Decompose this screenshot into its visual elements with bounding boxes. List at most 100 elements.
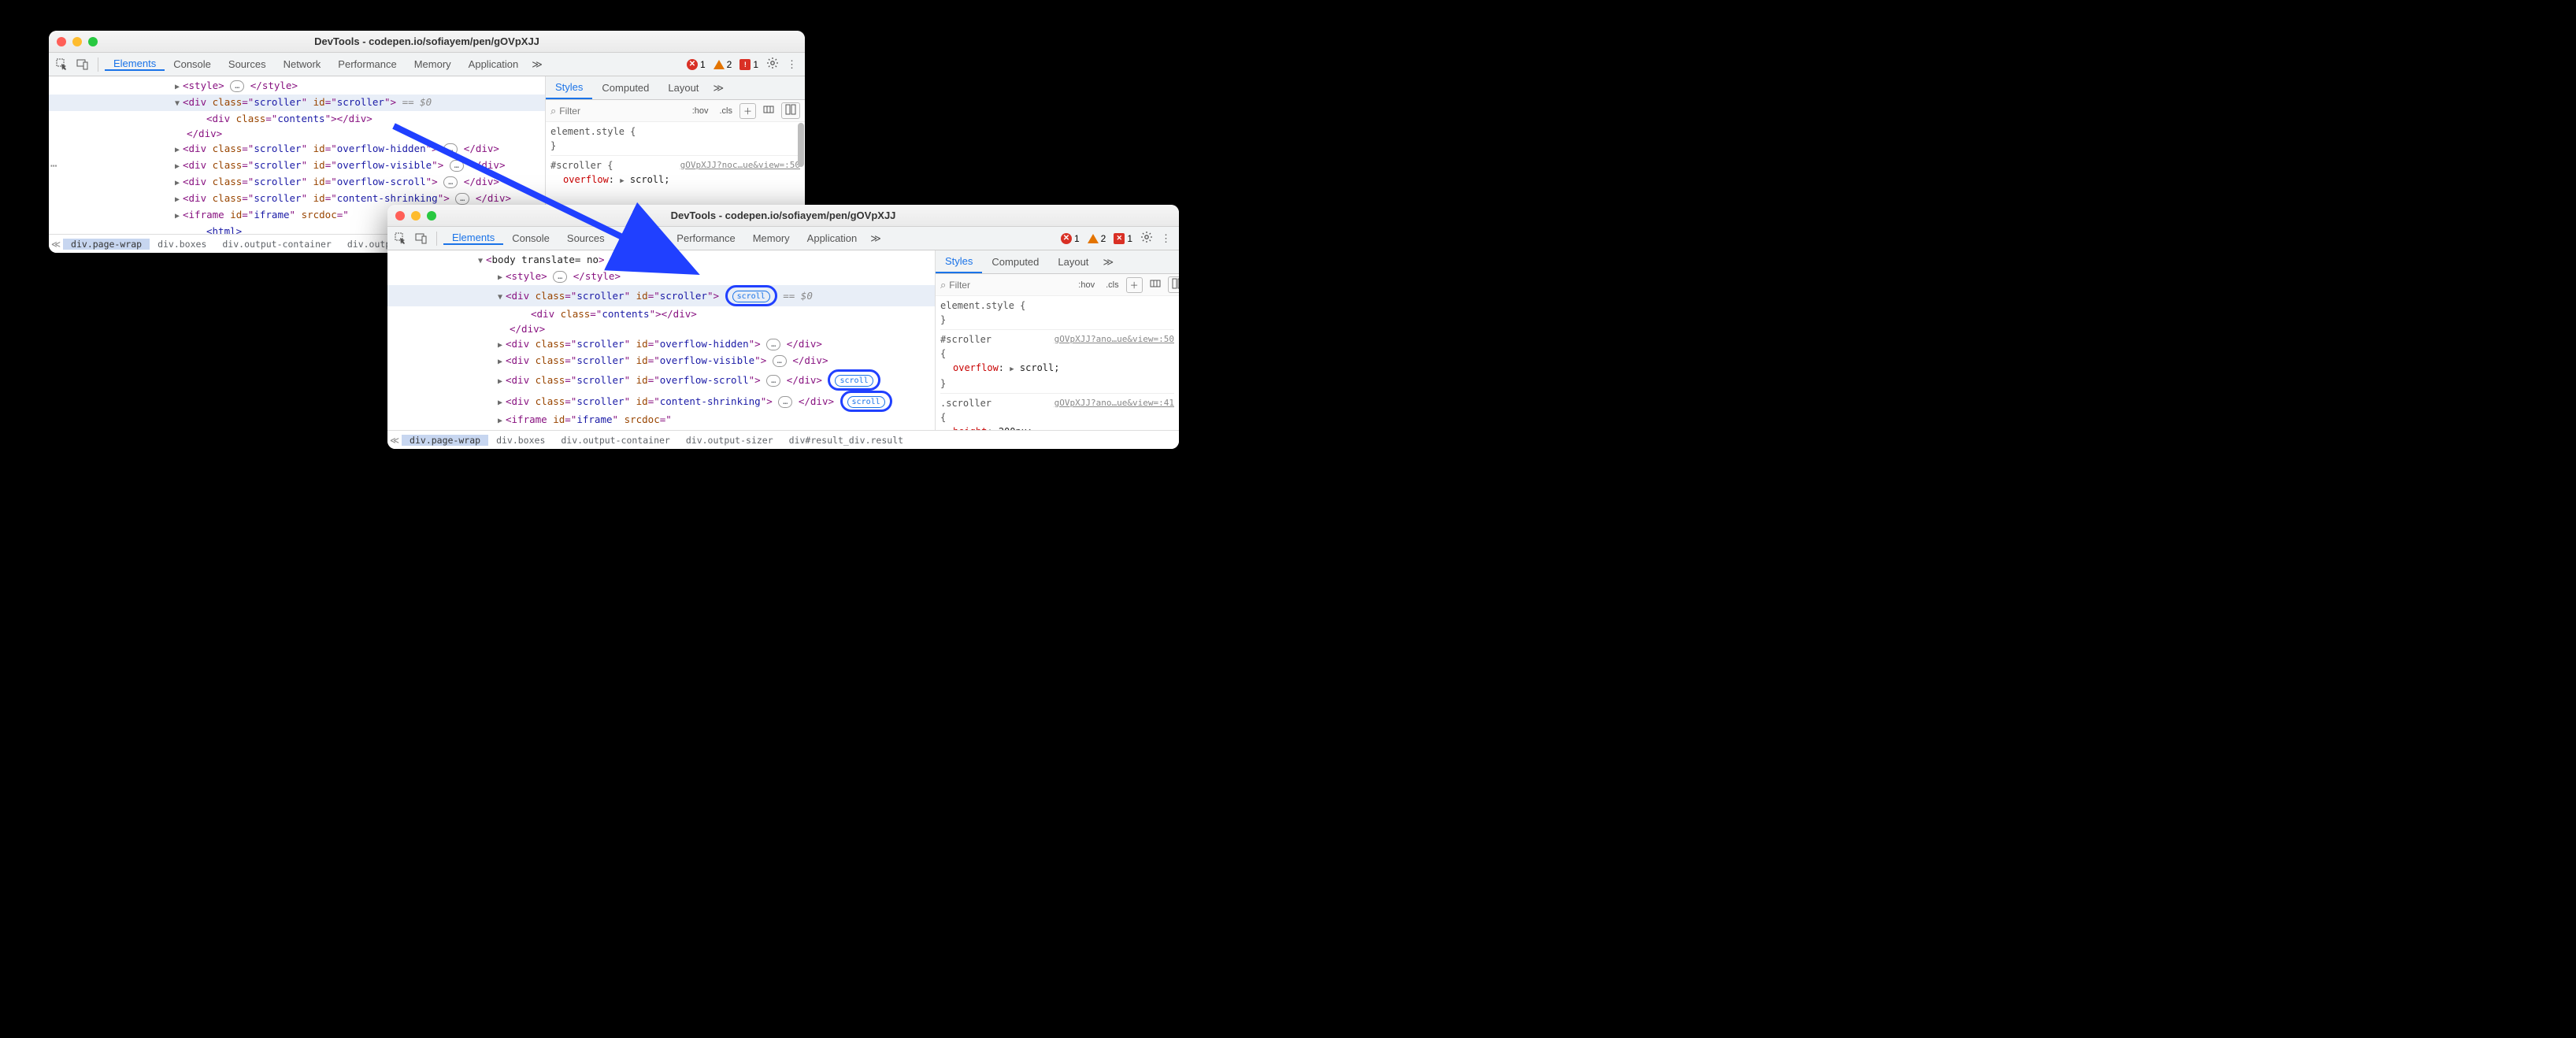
tab-network[interactable]: Network bbox=[613, 232, 669, 245]
styles-pane: Styles Computed Layout ≫ ⌕ :hov .cls ＋ e… bbox=[935, 250, 1179, 430]
filter-icon: ⌕ bbox=[550, 105, 556, 117]
new-rule-icon[interactable]: ＋ bbox=[739, 103, 756, 119]
dom-row[interactable]: ▶<div class="scroller" id="content-shrin… bbox=[387, 391, 935, 412]
computed-toggle-icon[interactable] bbox=[1168, 276, 1179, 293]
dom-row[interactable]: ▶<div class="scroller" id="overflow-visi… bbox=[49, 158, 545, 174]
dom-row[interactable]: ▶<style> … </style> bbox=[49, 78, 545, 95]
side-tab-layout[interactable]: Layout bbox=[658, 76, 708, 99]
rule-element-style[interactable]: element.style { bbox=[550, 124, 800, 139]
tab-network[interactable]: Network bbox=[275, 57, 330, 71]
dom-row[interactable]: </div> bbox=[49, 126, 545, 141]
rule-id-scroller[interactable]: gOVpXJJ?ano…ue&view=:50 #scroller bbox=[940, 332, 1174, 347]
hov-toggle[interactable]: :hov bbox=[688, 105, 713, 117]
styles-rules[interactable]: element.style { } gOVpXJJ?ano…ue&view=:5… bbox=[936, 296, 1179, 430]
cls-toggle[interactable]: .cls bbox=[1102, 279, 1123, 291]
crumb[interactable]: div.output-container bbox=[553, 435, 677, 446]
tab-console[interactable]: Console bbox=[165, 57, 220, 71]
tab-elements[interactable]: Elements bbox=[443, 232, 503, 245]
device-toggle-icon[interactable] bbox=[413, 230, 430, 247]
inspect-icon[interactable] bbox=[392, 230, 410, 247]
tab-console[interactable]: Console bbox=[503, 232, 558, 245]
crumb[interactable]: div.page-wrap bbox=[63, 239, 150, 250]
settings-icon[interactable] bbox=[1140, 231, 1153, 246]
crumb[interactable]: div.boxes bbox=[150, 239, 214, 250]
filter-input[interactable] bbox=[559, 106, 684, 117]
dom-row[interactable]: ▶<div class="scroller" id="overflow-hidd… bbox=[49, 141, 545, 158]
dom-row[interactable]: ▶<div class="scroller" id="overflow-hidd… bbox=[387, 336, 935, 353]
settings-icon[interactable] bbox=[766, 57, 779, 72]
rule-scroller[interactable]: gOVpXJJ?noc…ue&view=:50 #scroller { bbox=[550, 158, 800, 172]
flex-icon[interactable] bbox=[1146, 276, 1165, 293]
css-property[interactable]: overflow: ▶ scroll; bbox=[550, 172, 800, 188]
rule-element-style[interactable]: element.style { bbox=[940, 298, 1174, 313]
hov-toggle[interactable]: :hov bbox=[1074, 279, 1099, 291]
tab-application[interactable]: Application bbox=[799, 232, 866, 245]
panel-body: ▼<body translate= no> ▶<style> … </style… bbox=[387, 250, 1179, 430]
rule-source-link[interactable]: gOVpXJJ?ano…ue&view=:50 bbox=[1054, 332, 1174, 347]
side-tabs: Styles Computed Layout ≫ bbox=[936, 250, 1179, 274]
crumb[interactable]: div.page-wrap bbox=[402, 435, 488, 446]
breadcrumb-bar[interactable]: ≪ div.page-wrap div.boxes div.output-con… bbox=[387, 430, 1179, 449]
crumb[interactable]: div.output-container bbox=[214, 239, 339, 250]
warning-badge[interactable]: 2 bbox=[1088, 233, 1106, 244]
tab-elements[interactable]: Elements bbox=[105, 57, 165, 71]
crumb-prev-icon[interactable]: ≪ bbox=[49, 239, 63, 250]
elements-tree[interactable]: ▼<body translate= no> ▶<style> … </style… bbox=[387, 250, 935, 430]
side-tab-styles[interactable]: Styles bbox=[936, 250, 982, 273]
dom-row[interactable]: ▶<div class="scroller" id="overflow-scro… bbox=[387, 369, 935, 391]
tab-sources[interactable]: Sources bbox=[220, 57, 275, 71]
kebab-menu-icon[interactable]: ⋮ bbox=[1161, 232, 1171, 245]
side-tab-computed[interactable]: Computed bbox=[592, 76, 658, 99]
crumb[interactable]: div.boxes bbox=[488, 435, 553, 446]
cls-toggle[interactable]: .cls bbox=[716, 105, 737, 117]
tab-memory[interactable]: Memory bbox=[406, 57, 460, 71]
rule-source-link[interactable]: gOVpXJJ?noc…ue&view=:50 bbox=[680, 158, 800, 172]
error-badge[interactable]: ✕1 bbox=[1061, 233, 1080, 244]
side-tabs: Styles Computed Layout ≫ bbox=[546, 76, 805, 100]
side-more-tabs-icon[interactable]: ≫ bbox=[1098, 256, 1118, 269]
crumb[interactable]: div#result_div.result bbox=[781, 435, 911, 446]
dom-row[interactable]: ▶<div class="scroller" id="overflow-visi… bbox=[387, 353, 935, 369]
issue-badge[interactable]: ✕1 bbox=[1114, 233, 1132, 244]
tab-memory[interactable]: Memory bbox=[744, 232, 799, 245]
inspect-icon[interactable] bbox=[54, 56, 71, 73]
tab-application[interactable]: Application bbox=[460, 57, 528, 71]
rule-class-scroller[interactable]: gOVpXJJ?ano…ue&view=:41 .scroller bbox=[940, 396, 1174, 410]
dom-row-selected[interactable]: ▼<div class="scroller" id="scroller"> sc… bbox=[387, 285, 935, 306]
dom-row[interactable]: ▼<body translate= no> bbox=[387, 252, 935, 269]
tab-sources[interactable]: Sources bbox=[558, 232, 613, 245]
more-tabs-icon[interactable]: ≫ bbox=[527, 57, 547, 71]
error-badge[interactable]: ✕1 bbox=[687, 59, 706, 70]
new-rule-icon[interactable]: ＋ bbox=[1126, 277, 1143, 293]
computed-toggle-icon[interactable] bbox=[781, 102, 800, 119]
filter-input[interactable] bbox=[949, 280, 1071, 291]
dom-row[interactable]: ▶<style> … </style> bbox=[387, 269, 935, 285]
dom-row[interactable]: </div> bbox=[387, 321, 935, 336]
tab-performance[interactable]: Performance bbox=[329, 57, 405, 71]
side-more-tabs-icon[interactable]: ≫ bbox=[708, 82, 728, 95]
styles-filterbar: ⌕ :hov .cls ＋ bbox=[546, 100, 805, 122]
dom-row[interactable]: ▶<iframe id="iframe" srcdoc=" bbox=[387, 412, 935, 428]
scrollbar-thumb[interactable] bbox=[798, 123, 804, 167]
crumb-prev-icon[interactable]: ≪ bbox=[387, 435, 402, 446]
more-tabs-icon[interactable]: ≫ bbox=[865, 232, 886, 245]
toolbar-status: ✕1 2 ✕1 ⋮ bbox=[1061, 231, 1174, 246]
css-property[interactable]: overflow: ▶ scroll; bbox=[940, 361, 1174, 376]
css-property[interactable]: height: 200px; bbox=[940, 424, 1174, 430]
dom-row[interactable]: <div class="contents"></div> bbox=[49, 111, 545, 126]
device-toggle-icon[interactable] bbox=[74, 56, 91, 73]
warning-badge[interactable]: 2 bbox=[713, 59, 732, 70]
dom-row-selected[interactable]: ▼<div class="scroller" id="scroller"> ==… bbox=[49, 95, 545, 111]
dom-row[interactable]: <html> bbox=[387, 428, 935, 430]
tab-performance[interactable]: Performance bbox=[668, 232, 743, 245]
rule-source-link[interactable]: gOVpXJJ?ano…ue&view=:41 bbox=[1054, 396, 1174, 410]
side-tab-styles[interactable]: Styles bbox=[546, 76, 592, 99]
side-tab-layout[interactable]: Layout bbox=[1048, 250, 1098, 273]
side-tab-computed[interactable]: Computed bbox=[982, 250, 1048, 273]
issue-badge[interactable]: !1 bbox=[739, 59, 758, 70]
crumb[interactable]: div.output-sizer bbox=[678, 435, 781, 446]
flex-icon[interactable] bbox=[759, 102, 778, 119]
dom-row[interactable]: ▶<div class="scroller" id="overflow-scro… bbox=[49, 174, 545, 191]
kebab-menu-icon[interactable]: ⋮ bbox=[787, 58, 797, 71]
dom-row[interactable]: <div class="contents"></div> bbox=[387, 306, 935, 321]
